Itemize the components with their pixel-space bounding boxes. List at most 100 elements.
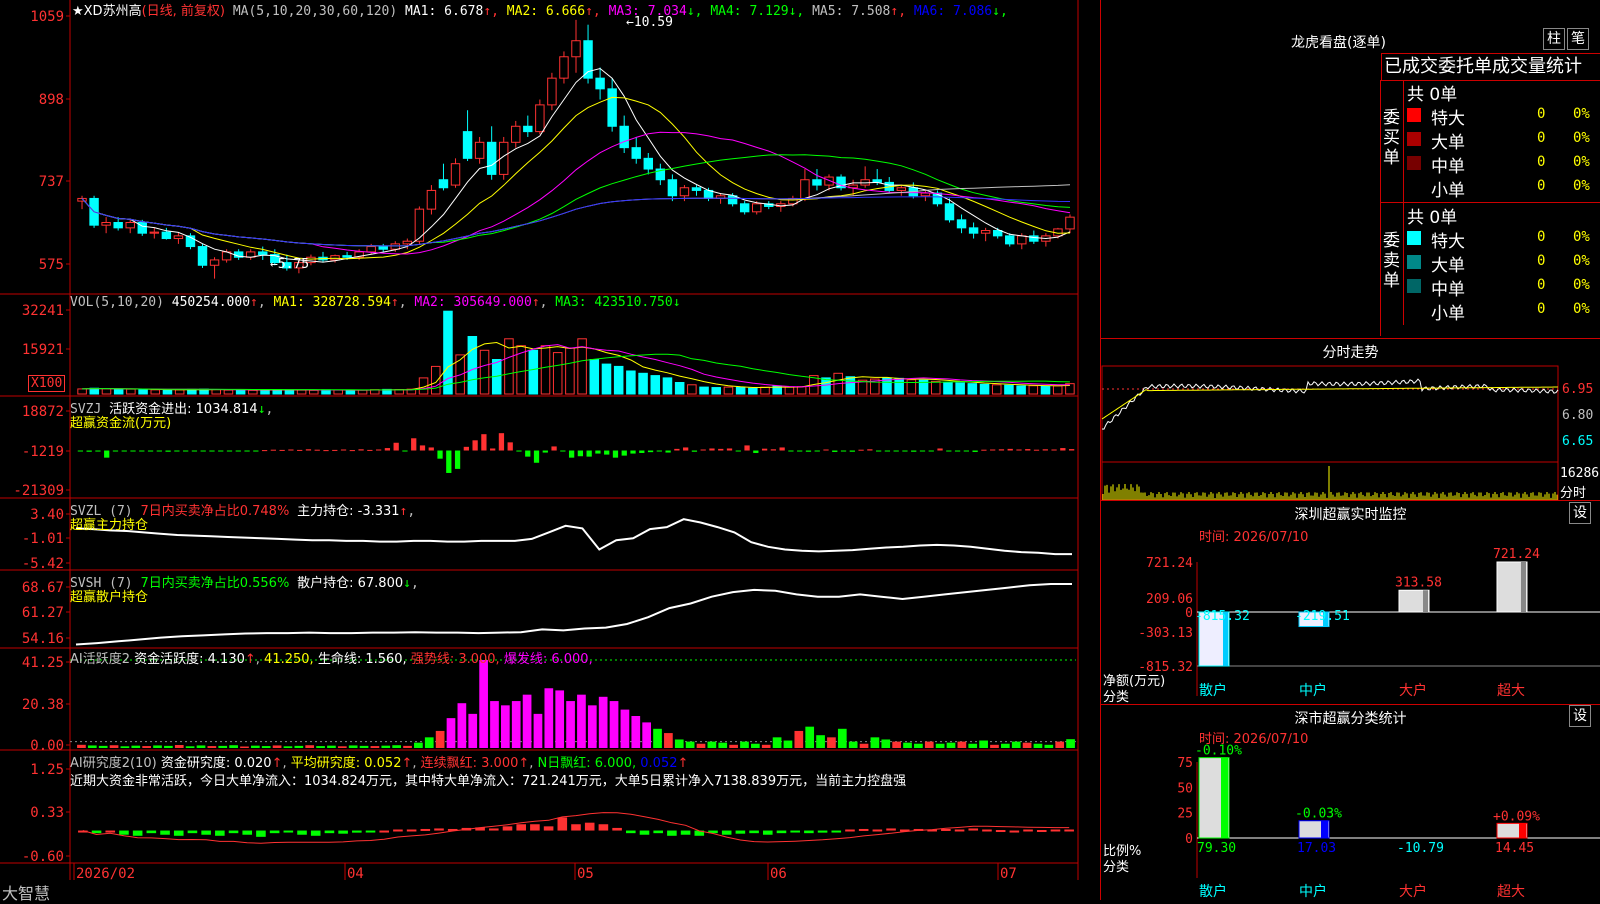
period-label[interactable]: (日线, 前复权): [142, 4, 225, 19]
ma-value-5: MA5: 7.508: [812, 4, 891, 19]
research-bar: [324, 830, 335, 834]
flow-bar: [744, 445, 750, 451]
activity-bar: [598, 696, 608, 748]
main-holding-line: [75, 518, 1072, 556]
svzj-tick-2: -21309: [13, 483, 64, 499]
flow-bar: [876, 450, 882, 452]
sell-row-count: 0: [1537, 253, 1546, 269]
volume-bar: [1052, 385, 1063, 395]
activity-bar: [544, 688, 554, 748]
activity-bar: [827, 737, 836, 748]
ma-value-2: MA2: 6.666: [506, 4, 586, 19]
flow-bar: [384, 448, 391, 451]
svzl-ratio: 7日内买卖净占比0.748%: [140, 504, 290, 519]
volume-bar: [601, 363, 612, 395]
ai1-tick-1: 20.38: [22, 697, 64, 713]
price-tick-1: 898: [39, 92, 64, 108]
tick-mode-button[interactable]: 笔: [1567, 28, 1589, 50]
buy-row-count: 0: [1537, 130, 1546, 146]
ai2-nday-red: N日飘红: 6.000,: [537, 756, 637, 771]
volume-bar: [796, 386, 807, 395]
flow-bar: [639, 450, 645, 453]
intraday-chart[interactable]: [1101, 362, 1600, 512]
stats-chart: 75 50 25 0 -0.10% 79.30 散户 -0.03% 17.03 中户 -10.79 大…: [1177, 744, 1600, 900]
candle-body: [173, 235, 184, 240]
activity-bar: [794, 730, 804, 748]
stats-category-1: 中户: [1299, 883, 1327, 900]
ma-line-30: [81, 154, 1071, 247]
flow-bar: [604, 450, 610, 455]
volume-bar: [967, 383, 978, 395]
flow-bar: [902, 450, 908, 452]
vol-ma2: MA2: 305649.000: [414, 295, 532, 310]
research-bar: [831, 830, 842, 833]
app-name[interactable]: 大智慧: [2, 880, 50, 904]
flow-bar: [551, 446, 557, 451]
flow-bar: [849, 450, 855, 452]
svzj-tick-0: 18872: [22, 404, 64, 420]
activity-bar: [729, 744, 738, 748]
activity-bar: [696, 743, 706, 748]
research-bar: [297, 830, 307, 835]
flow-bar: [612, 450, 619, 458]
stats-bottom-label-3: 14.45: [1495, 841, 1534, 856]
buy-color-swatch: [1407, 132, 1421, 146]
research-bar: [91, 830, 102, 834]
volume-bar: [260, 389, 270, 395]
flow-bar: [112, 450, 119, 452]
candle-body: [944, 203, 955, 221]
flow-bar: [797, 450, 803, 452]
stats-top-label-0: -0.10%: [1195, 744, 1242, 759]
price-tick-3: 575: [39, 257, 64, 273]
flow-bar: [244, 450, 250, 452]
research-bar: [338, 830, 348, 834]
ai2-research: 资金研究度: 0.020: [160, 756, 272, 771]
flow-bar: [261, 450, 268, 452]
research-bar: [516, 824, 526, 831]
buy-color-swatch: [1407, 156, 1421, 170]
flow-bar: [454, 450, 461, 469]
vol-unit-badge[interactable]: X100: [28, 375, 66, 392]
flow-bar: [560, 450, 566, 452]
dragon-header: 已成交委托单成交量统计: [1381, 53, 1600, 81]
flow-bar: [674, 448, 680, 451]
activity-bar: [653, 728, 662, 748]
monitor-category-3: 超大: [1497, 683, 1525, 699]
svsh-line: [75, 583, 1072, 646]
activity-bar: [609, 701, 619, 748]
research-bar: [954, 829, 965, 832]
sell-row-count: 0: [1537, 301, 1546, 317]
ai1-value2: 41.250,: [264, 652, 314, 667]
stock-title[interactable]: ★XD苏州高: [72, 4, 142, 19]
activity-bar: [446, 718, 456, 748]
volume-bar: [113, 388, 124, 395]
activity-bar: [555, 690, 565, 748]
sell-row-pct: 0%: [1573, 253, 1590, 269]
main-chart-area[interactable]: 1059 898 737 575 32241 15921 18872 -1219 -21309 3…: [0, 0, 1100, 903]
price-tick-0: 1059: [30, 9, 64, 25]
buy-total: 共 0单: [1407, 85, 1458, 105]
flow-bar: [200, 450, 206, 452]
monitor-category-1: 中户: [1299, 682, 1327, 699]
ma-line-10: [81, 96, 1071, 260]
activity-bar: [837, 728, 847, 748]
flow-bar: [393, 442, 399, 451]
ma-value-4: MA4: 7.129: [710, 4, 789, 19]
research-bar: [434, 828, 444, 831]
activity-bar: [435, 730, 445, 748]
column-mode-button[interactable]: 柱: [1543, 28, 1565, 50]
flow-bar: [990, 449, 996, 451]
candle-body: [378, 246, 388, 250]
svsh-tick-1: 61.27: [22, 605, 64, 621]
ai2-label: AI研究度2(10): [70, 756, 157, 771]
activity-bar: [251, 745, 260, 748]
ai2-tick-2: -0.60: [22, 849, 64, 865]
vol-ma1: MA1: 328728.594: [273, 295, 391, 310]
research-bar: [982, 829, 992, 832]
volume-bar: [223, 389, 234, 395]
flow-bar: [726, 448, 733, 451]
research-bar: [995, 830, 1006, 833]
sell-row-pct: 0%: [1573, 301, 1590, 317]
svzj-subtitle: 超赢资金流(万元): [70, 416, 172, 431]
flow-bar: [498, 433, 505, 451]
